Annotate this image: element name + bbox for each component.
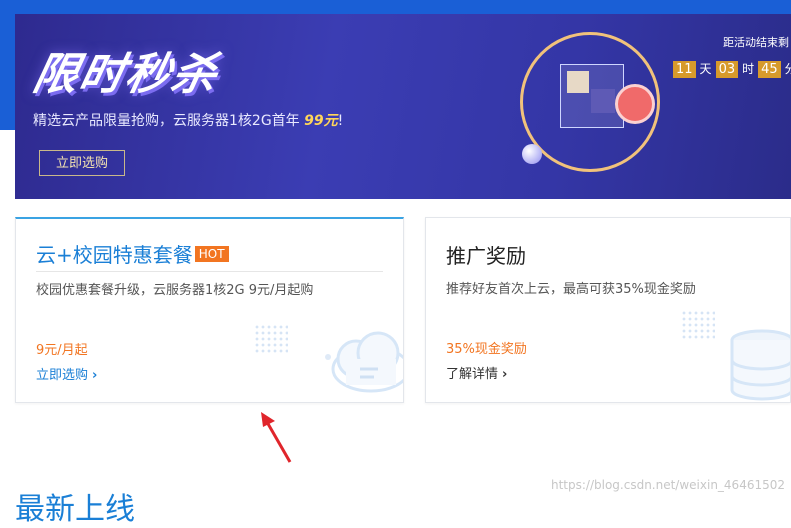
countdown-day-unit: 天 <box>699 62 712 76</box>
cloud-icon <box>325 331 403 393</box>
countdown-minutes: 45 <box>758 61 781 78</box>
watermark: https://blog.csdn.net/weixin_46461502 <box>550 478 785 492</box>
hot-badge: HOT <box>194 246 229 262</box>
banner-subtitle-suffix: ! <box>337 113 344 129</box>
card-price: 9元/月起 <box>36 343 88 358</box>
dots-decoration <box>681 310 715 340</box>
buy-now-button[interactable]: 立即选购 <box>39 150 125 176</box>
countdown: 距活动结束剩 11 天 03 时 45 分 <box>673 34 791 78</box>
buy-now-link[interactable]: 立即选购 › <box>36 364 97 383</box>
banner-title: 限时秒杀 <box>28 49 224 100</box>
card-description: 校园优惠套餐升级，云服务器1核2G 9元/月起购 <box>36 283 314 298</box>
countdown-minute-unit: 分 <box>784 62 791 76</box>
banner-subtitle-text: 精选云产品限量抢购，云服务器1核2G首年 <box>33 113 305 129</box>
card-title-text: 云+校园特惠套餐 <box>36 243 193 267</box>
flash-sale-banner[interactable]: 限时秒杀 精选云产品限量抢购，云服务器1核2G首年 99元! 立即选购 距活动结… <box>15 14 791 199</box>
cube-illustration <box>520 24 670 194</box>
red-arrow-annotation <box>261 412 292 463</box>
campus-package-card[interactable]: 云+校园特惠套餐 HOT 校园优惠套餐升级，云服务器1核2G 9元/月起购 9元/… <box>15 217 404 403</box>
countdown-hours: 03 <box>715 61 739 78</box>
clock-icon <box>615 84 655 124</box>
database-icon <box>730 329 790 401</box>
section-title: 最新上线 <box>15 492 135 527</box>
referral-reward-card[interactable]: 推广奖励 推荐好友首次上云，最高可获35%现金奖励 35%现金奖励 了解详情 › <box>425 217 791 403</box>
learn-more-link[interactable]: 了解详情 › <box>446 363 507 382</box>
countdown-label: 距活动结束剩 <box>723 36 789 49</box>
buy-now-link-label: 立即选购 <box>36 368 89 383</box>
countdown-days: 11 <box>673 61 696 78</box>
card-description: 推荐好友首次上云，最高可获35%现金奖励 <box>446 282 696 297</box>
chevron-right-icon: › <box>502 367 508 382</box>
chevron-right-icon: › <box>92 368 98 383</box>
dots-decoration <box>254 324 288 354</box>
orb-decoration <box>522 144 542 164</box>
countdown-hour-unit: 时 <box>742 62 755 76</box>
countdown-timer: 11 天 03 时 45 分 <box>673 60 791 78</box>
cube-icon <box>560 64 624 128</box>
card-title: 云+校园特惠套餐 HOT <box>36 239 229 268</box>
card-price: 35%现金奖励 <box>446 342 527 357</box>
learn-more-link-label: 了解详情 <box>446 367 499 382</box>
card-divider <box>36 271 383 272</box>
card-title: 推广奖励 <box>446 244 526 268</box>
banner-subtitle: 精选云产品限量抢购，云服务器1核2G首年 99元! <box>33 110 343 130</box>
banner-price: 99元 <box>304 113 338 129</box>
